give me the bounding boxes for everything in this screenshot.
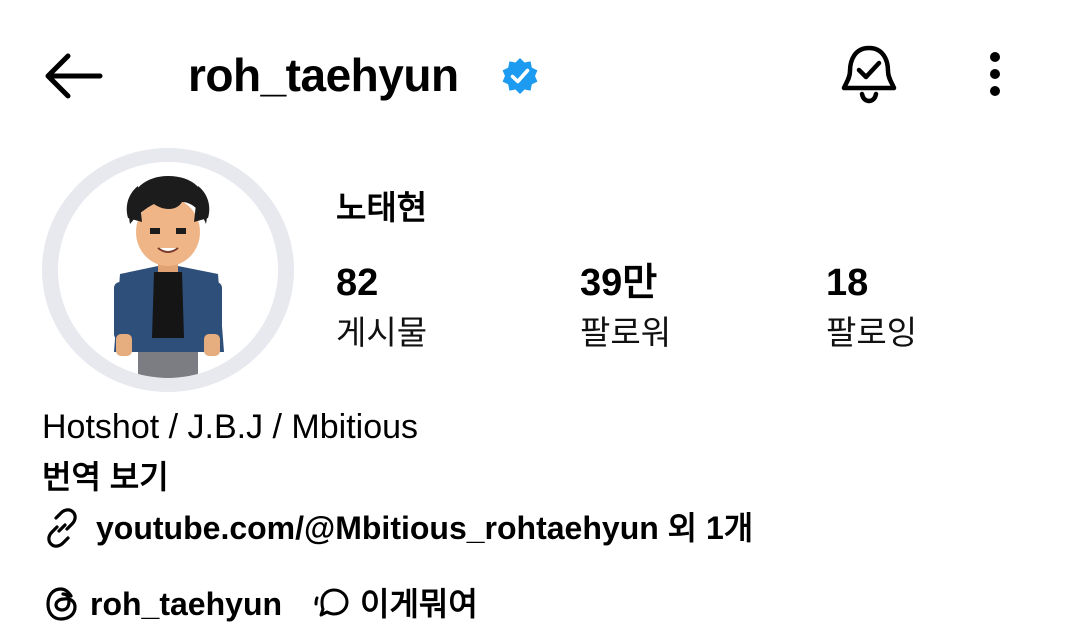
more-options-button[interactable] [972, 46, 1018, 106]
verified-badge-icon [502, 58, 538, 94]
translate-button[interactable]: 번역 보기 [42, 454, 169, 500]
back-arrow-icon [45, 53, 103, 99]
posts-count: 82 [336, 262, 379, 304]
avatar[interactable] [58, 162, 278, 378]
following-count: 18 [826, 262, 869, 304]
posts-stat[interactable]: 82 게시물 [336, 258, 427, 358]
followers-label: 팔로워 [580, 314, 672, 351]
profile-page: roh_taehyun 노태현 82 게시물 39만 팔로워 18 팔로잉 Ho… [0, 0, 1080, 627]
link-icon [47, 508, 77, 548]
chat-bubble-icon [314, 588, 349, 617]
threads-badge[interactable]: roh_taehyun [42, 581, 282, 627]
followers-count: 39만 [580, 262, 658, 304]
profile-badges-row: roh_taehyun 이게뭐여 [42, 580, 478, 627]
following-stat[interactable]: 18 팔로잉 [826, 258, 917, 358]
external-link[interactable]: youtube.com/@Mbitious_rohtaehyun 외 1개 [42, 504, 753, 552]
threads-handle: roh_taehyun [90, 586, 283, 622]
profile-username: roh_taehyun [188, 49, 459, 101]
posts-label: 게시물 [336, 314, 428, 351]
back-button[interactable] [40, 48, 106, 104]
bio-text: Hotshot / J.B.J / Mbitious [42, 408, 419, 446]
followers-stat[interactable]: 39만 팔로워 [580, 258, 671, 358]
link-text: youtube.com/@Mbitious_rohtaehyun 외 1개 [96, 510, 754, 546]
avatar-illustration [114, 176, 224, 378]
note-text: 이게뭐여 [360, 586, 478, 622]
notification-bell-icon [841, 45, 897, 104]
following-label: 팔로잉 [826, 314, 918, 351]
more-options-icon [990, 52, 1000, 96]
notification-bell-button[interactable] [836, 40, 902, 110]
note-badge[interactable]: 이게뭐여 [312, 581, 478, 627]
threads-icon [46, 587, 77, 621]
display-name: 노태현 [336, 189, 428, 226]
